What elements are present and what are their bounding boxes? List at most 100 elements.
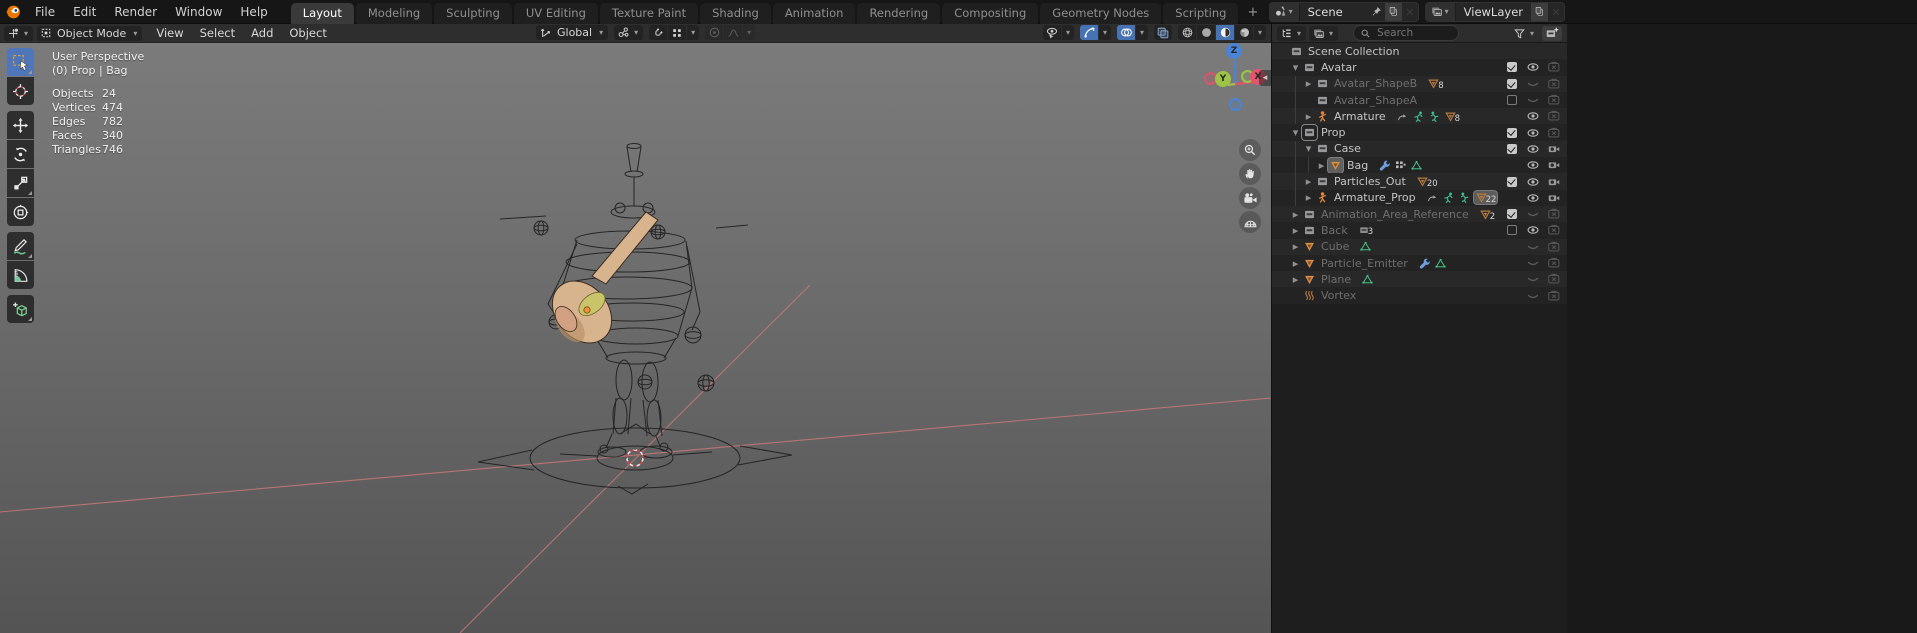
disable-render-camera-icon[interactable]	[1547, 158, 1561, 172]
expand-toggle-icon[interactable]: ▸	[1302, 191, 1315, 204]
editor-type-button[interactable]: ▾	[4, 26, 33, 41]
shading-solid-button[interactable]	[1197, 25, 1215, 40]
disable-render-camera-icon[interactable]	[1547, 272, 1561, 286]
topbar-menu-item[interactable]: Window	[166, 5, 231, 19]
hide-viewport-eye-icon[interactable]	[1526, 289, 1540, 303]
outliner-row-avatar[interactable]: ▾ Avatar	[1272, 59, 1567, 75]
outliner-item-label[interactable]: Armature	[1334, 110, 1386, 123]
gizmo-axis-z[interactable]: Z	[1226, 43, 1242, 59]
hide-viewport-eye-icon[interactable]	[1526, 223, 1540, 237]
expand-toggle-icon[interactable]: ▸	[1289, 273, 1302, 286]
proportional-dropdown[interactable]: ▾	[743, 25, 755, 40]
snap-toggle[interactable]	[649, 25, 667, 40]
hide-viewport-eye-icon[interactable]	[1526, 272, 1540, 286]
zoom-button[interactable]	[1239, 139, 1261, 161]
workspace-tab[interactable]: Sculpting	[434, 3, 512, 24]
topbar-menu-item[interactable]: Edit	[64, 5, 105, 19]
tool-scale[interactable]	[7, 169, 34, 197]
disable-render-camera-icon[interactable]	[1547, 93, 1561, 107]
outliner-row-avatar-shapeb[interactable]: ▸Avatar_ShapeB8	[1272, 76, 1567, 92]
hide-viewport-eye-icon[interactable]	[1526, 93, 1540, 107]
hide-viewport-eye-icon[interactable]	[1526, 240, 1540, 254]
outliner-row-avatar-shapea[interactable]: Avatar_ShapeA	[1272, 92, 1567, 108]
outliner-display-mode-button[interactable]: ▾	[1309, 26, 1338, 41]
gizmo-axis-y[interactable]: Y	[1215, 71, 1231, 87]
disable-render-camera-icon[interactable]	[1547, 77, 1561, 91]
gizmo-axis-neg[interactable]	[1229, 98, 1242, 111]
unlink-scene-button[interactable]	[1402, 2, 1418, 21]
tool-transform[interactable]	[7, 198, 34, 226]
new-viewlayer-button[interactable]	[1531, 2, 1548, 21]
tool-add-cube[interactable]	[7, 295, 34, 323]
new-scene-button[interactable]	[1385, 2, 1402, 21]
hide-viewport-eye-icon[interactable]	[1526, 126, 1540, 140]
viewport-menu-item[interactable]: Add	[243, 26, 281, 40]
snap-target-dropdown[interactable]: ▾	[614, 25, 643, 40]
overlays-toggle[interactable]	[1117, 25, 1135, 40]
outliner-row-particles-out[interactable]: ▸Particles_Out20	[1272, 173, 1567, 189]
expand-toggle-icon[interactable]: ▸	[1289, 240, 1302, 253]
gizmos-dropdown[interactable]: ▾	[1099, 25, 1111, 40]
object-visibility-button[interactable]	[1043, 25, 1061, 40]
object-visibility-dropdown[interactable]: ▾	[1062, 25, 1074, 40]
expand-toggle-icon[interactable]: ▸	[1289, 208, 1302, 221]
outliner-item-label[interactable]: Avatar	[1321, 61, 1357, 74]
shading-dropdown[interactable]: ▾	[1254, 25, 1266, 40]
outliner-empty-area[interactable]	[1272, 304, 1567, 633]
tool-select-box[interactable]	[7, 48, 34, 76]
workspace-tab[interactable]: UV Editing	[514, 3, 598, 24]
disable-render-camera-icon[interactable]	[1547, 207, 1561, 221]
outliner-item-label[interactable]: Animation_Area_Reference	[1321, 208, 1469, 221]
expand-toggle-icon[interactable]: ▸	[1289, 257, 1302, 270]
workspace-tab[interactable]: Rendering	[857, 3, 940, 24]
exclude-checkbox[interactable]	[1505, 225, 1519, 235]
disable-render-camera-icon[interactable]	[1547, 142, 1561, 156]
expand-toggle-icon[interactable]: ▾	[1289, 61, 1302, 74]
add-workspace-button[interactable]: +	[1240, 3, 1265, 24]
outliner-item-label[interactable]: Cube	[1321, 240, 1349, 253]
viewport-menu-item[interactable]: Select	[192, 26, 243, 40]
outliner-item-label[interactable]: Armature_Prop	[1334, 191, 1416, 204]
workspace-tab[interactable]: Shading	[700, 3, 771, 24]
outliner-row-armature[interactable]: ▸Armature8	[1272, 108, 1567, 124]
tool-rotate[interactable]	[7, 140, 34, 168]
disable-render-camera-icon[interactable]	[1547, 289, 1561, 303]
shading-rendered-button[interactable]	[1235, 25, 1253, 40]
workspace-tab[interactable]: Compositing	[942, 3, 1038, 24]
blender-logo-icon[interactable]	[0, 3, 26, 20]
disable-render-camera-icon[interactable]	[1547, 60, 1561, 74]
outliner-item-label[interactable]: Back	[1321, 224, 1348, 237]
remove-viewlayer-button[interactable]	[1548, 2, 1564, 21]
viewlayer-name[interactable]: ViewLayer	[1456, 5, 1531, 19]
hide-viewport-eye-icon[interactable]	[1526, 60, 1540, 74]
workspace-tab[interactable]: Geometry Nodes	[1040, 3, 1161, 24]
hide-viewport-eye-icon[interactable]	[1526, 77, 1540, 91]
disable-render-camera-icon[interactable]	[1547, 223, 1561, 237]
outliner-row-plane[interactable]: ▸Plane	[1272, 271, 1567, 287]
outliner-row-scene-collection[interactable]: Scene Collection	[1272, 43, 1567, 59]
hide-viewport-eye-icon[interactable]	[1526, 256, 1540, 270]
expand-toggle-icon[interactable]: ▸	[1302, 110, 1315, 123]
outliner-row-cube[interactable]: ▸ Cube	[1272, 239, 1567, 255]
disable-render-camera-icon[interactable]	[1547, 126, 1561, 140]
outliner-row-prop[interactable]: ▾Prop	[1272, 124, 1567, 140]
workspace-tab[interactable]: Animation	[773, 3, 856, 24]
viewport-menu-item[interactable]: View	[148, 26, 191, 40]
exclude-checkbox[interactable]	[1505, 209, 1519, 219]
exclude-checkbox[interactable]	[1505, 95, 1519, 105]
outliner-editor-type-button[interactable]: ▾	[1277, 26, 1306, 41]
pan-hand-button[interactable]	[1239, 163, 1261, 185]
perspective-toggle-button[interactable]	[1239, 211, 1261, 233]
viewport-canvas[interactable]: User Perspective (0) Prop | Bag Objects2…	[0, 42, 1271, 633]
outliner-row-particle-emitter[interactable]: ▸Particle_Emitter	[1272, 255, 1567, 271]
workspace-tab[interactable]: Layout	[291, 3, 354, 24]
xray-toggle[interactable]	[1154, 25, 1172, 40]
topbar-menu-item[interactable]: Render	[105, 5, 166, 19]
outliner-row-bag[interactable]: ▸Bag	[1272, 157, 1567, 173]
camera-view-button[interactable]	[1239, 187, 1261, 209]
search-input[interactable]	[1375, 26, 1439, 40]
scene-name[interactable]: Scene	[1300, 5, 1368, 19]
exclude-checkbox[interactable]	[1505, 144, 1519, 154]
viewlayer-browse-button[interactable]: ▾	[1426, 3, 1456, 21]
pin-icon[interactable]	[1368, 2, 1385, 21]
